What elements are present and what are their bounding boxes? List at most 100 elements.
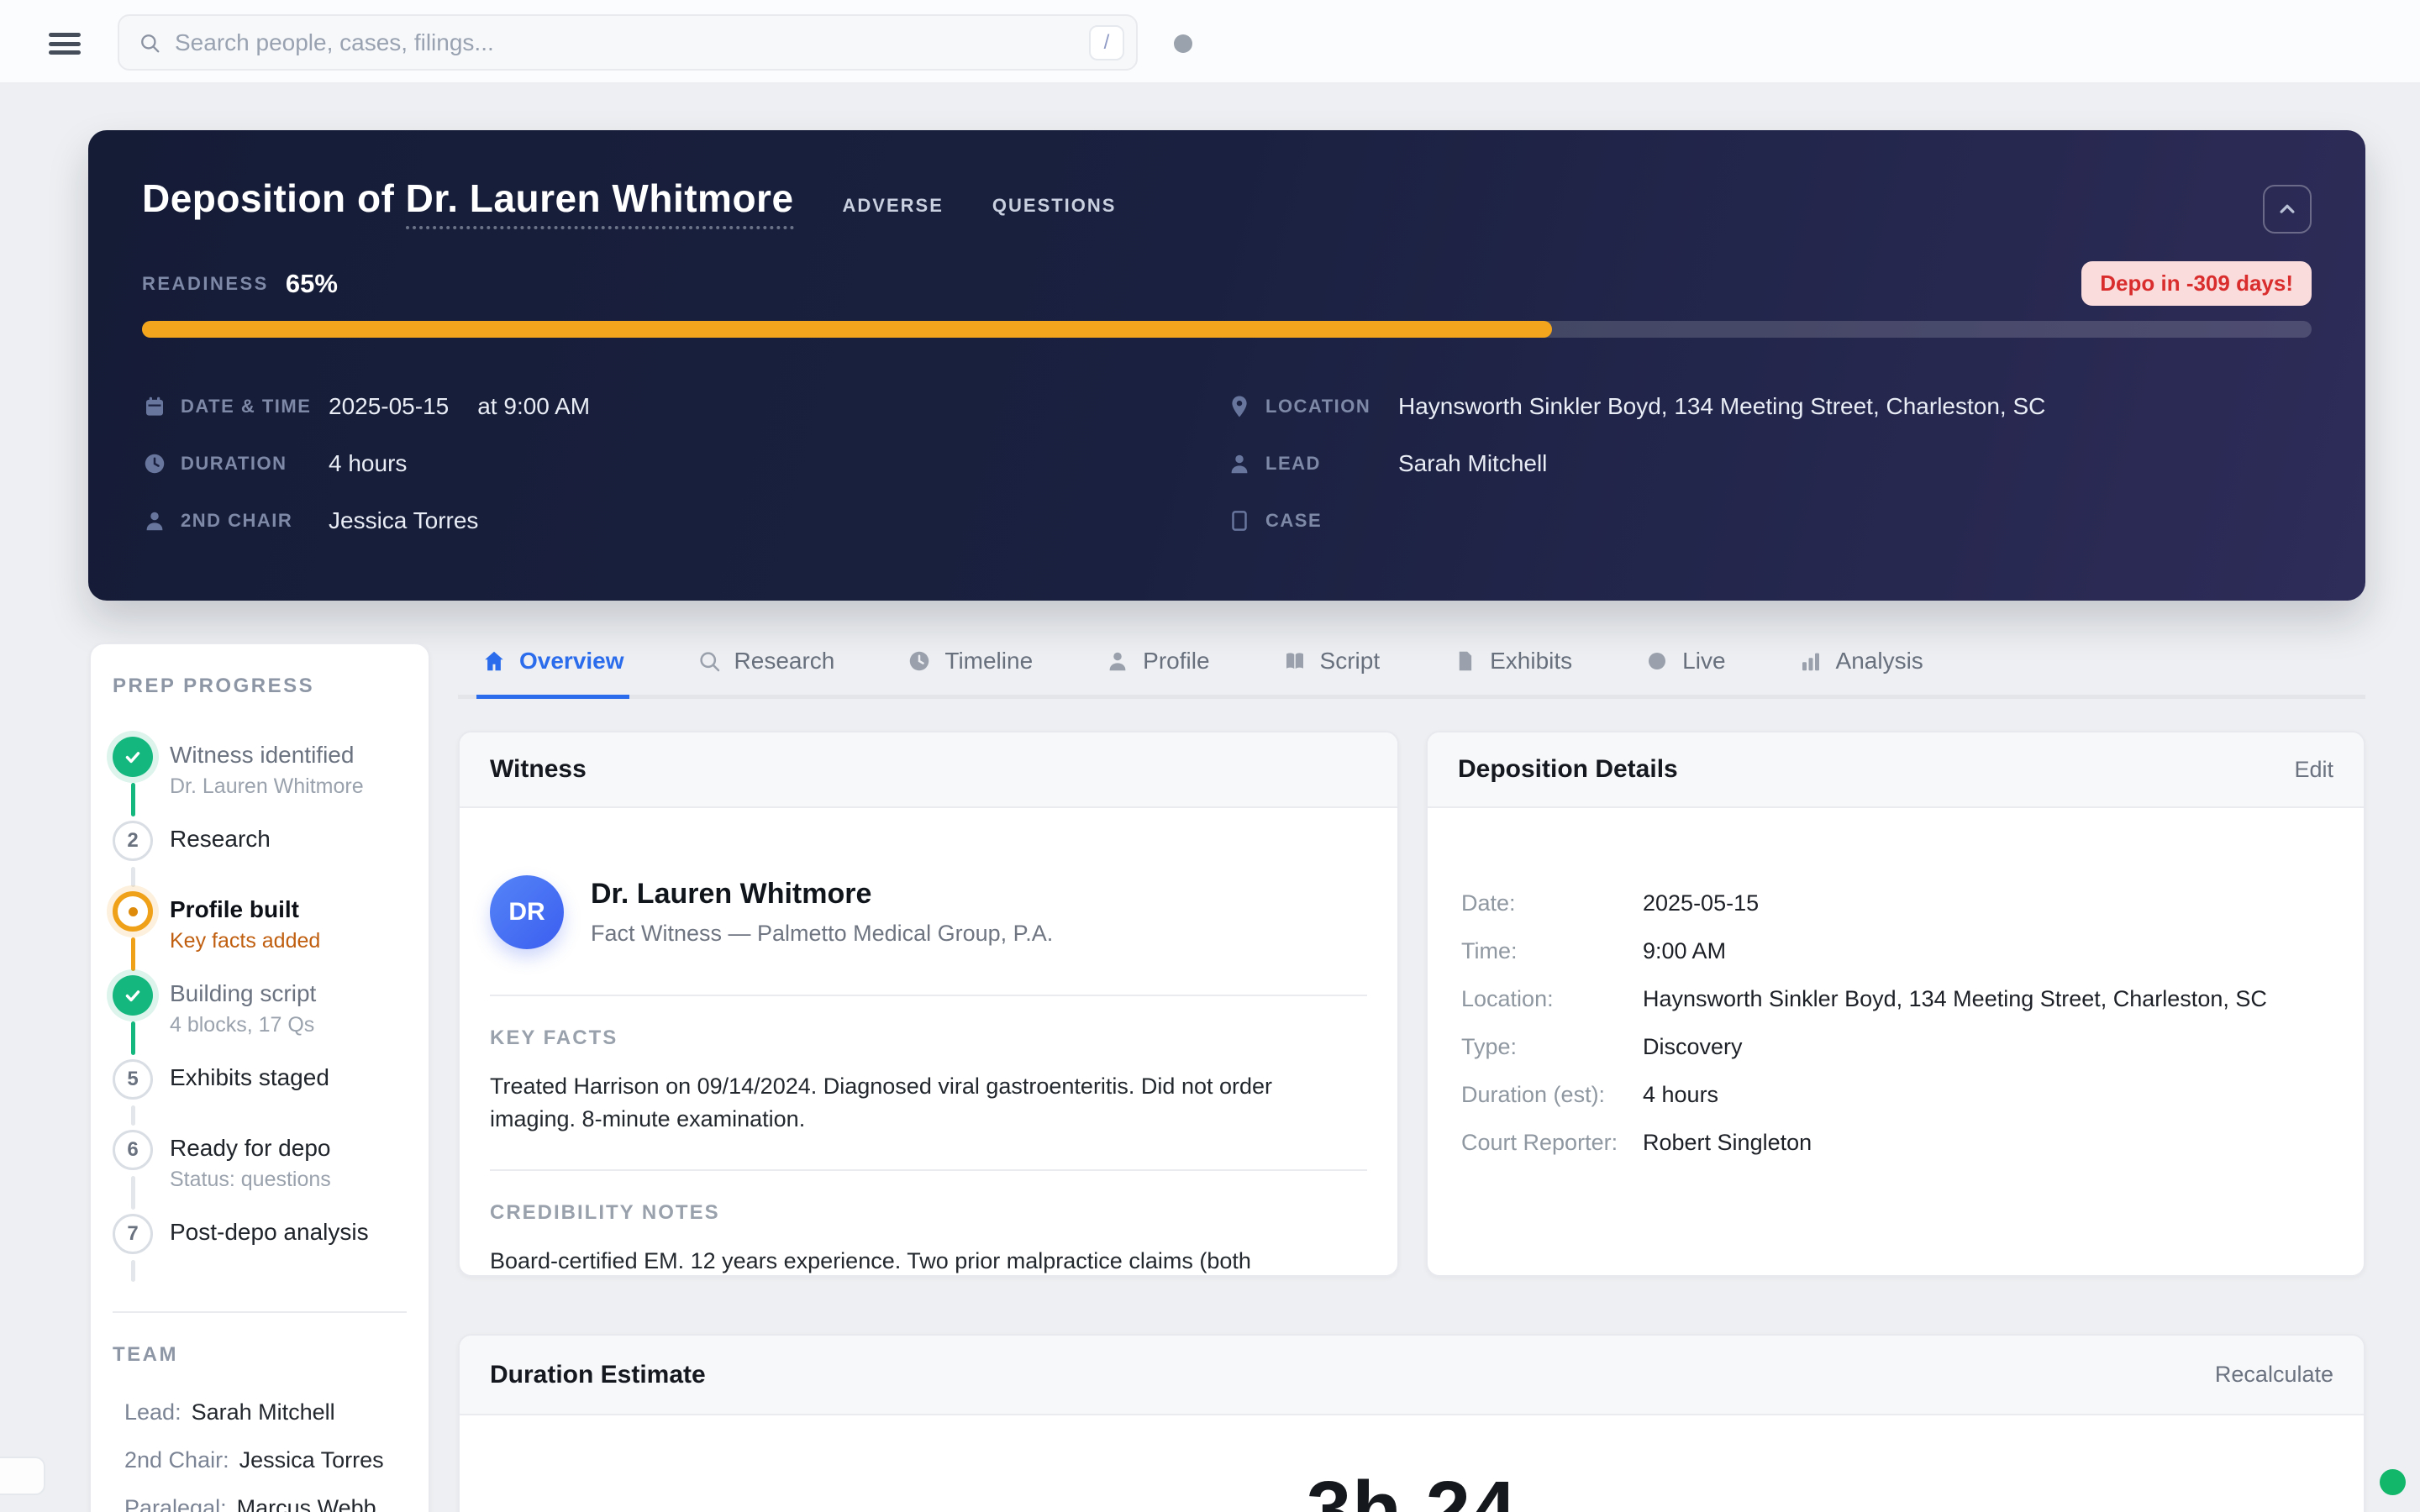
deposition-hero: Deposition of Dr. Lauren Whitmore ADVERS… xyxy=(88,130,2365,601)
corner-panel-handle[interactable] xyxy=(0,1457,45,1495)
page-title: Deposition of Dr. Lauren Whitmore xyxy=(142,176,794,221)
tab-label: Analysis xyxy=(1836,648,1923,675)
step-title: Research xyxy=(170,826,271,853)
step-ready-for-depo[interactable]: 6 Ready for depo Status: questions xyxy=(113,1130,407,1214)
check-icon xyxy=(122,746,144,768)
tab-script[interactable]: Script xyxy=(1277,643,1386,699)
tab-profile[interactable]: Profile xyxy=(1100,643,1214,699)
row-label: Location: xyxy=(1461,986,1643,1012)
readiness-label: READINESS xyxy=(142,273,269,295)
case-row: CASE xyxy=(1227,504,2312,538)
search-icon xyxy=(697,648,722,674)
top-bar: / xyxy=(0,0,2420,84)
row-value: Robert Singleton xyxy=(1643,1130,1812,1156)
tab-label: Overview xyxy=(519,648,624,675)
step-title: Profile built xyxy=(170,896,320,923)
online-status-dot xyxy=(2380,1469,2406,1495)
case-file-icon xyxy=(1227,508,1252,533)
step-subtitle: Status: questions xyxy=(170,1168,331,1192)
team-label: 2nd Chair: xyxy=(124,1447,229,1473)
person-icon xyxy=(142,508,167,533)
home-icon xyxy=(481,648,507,674)
divider xyxy=(490,995,1367,996)
tab-research[interactable]: Research xyxy=(692,643,840,699)
adverse-chip[interactable]: ADVERSE xyxy=(843,195,944,217)
deposition-details-card: Deposition Details Edit Date: 2025-05-15… xyxy=(1426,731,2365,1277)
live-dot-icon xyxy=(1644,648,1670,674)
tab-overview[interactable]: Overview xyxy=(476,643,629,699)
step-number-circle: 2 xyxy=(113,821,153,861)
row-value: 9:00 AM xyxy=(1643,938,1726,964)
tab-exhibits[interactable]: Exhibits xyxy=(1447,643,1577,699)
person-icon xyxy=(1105,648,1130,674)
step-building-script[interactable]: Building script 4 blocks, 17 Qs xyxy=(113,975,407,1059)
edit-button[interactable]: Edit xyxy=(2294,757,2333,783)
step-research[interactable]: 2 Research xyxy=(113,821,407,891)
step-number-circle: 7 xyxy=(113,1214,153,1254)
tab-label: Timeline xyxy=(944,648,1033,675)
readiness-value: 65% xyxy=(286,269,338,299)
sidebar-divider xyxy=(113,1311,407,1313)
credibility-notes-title: CREDIBILITY NOTES xyxy=(490,1201,1367,1225)
book-icon xyxy=(1282,648,1307,674)
detail-label: DURATION xyxy=(181,453,315,475)
clock-icon xyxy=(907,648,932,674)
step-title: Building script xyxy=(170,980,316,1007)
step-title: Witness identified xyxy=(170,742,364,769)
step-check-circle xyxy=(113,737,153,777)
tab-timeline[interactable]: Timeline xyxy=(902,643,1038,699)
step-title: Post-depo analysis xyxy=(170,1219,369,1246)
step-title: Ready for depo xyxy=(170,1135,331,1162)
step-exhibits-staged[interactable]: 5 Exhibits staged xyxy=(113,1059,407,1130)
questions-chip[interactable]: QUESTIONS xyxy=(992,195,1117,217)
detail-row-duration: Duration (est): 4 hours xyxy=(1461,1082,2330,1108)
step-post-depo-analysis[interactable]: 7 Post-depo analysis xyxy=(113,1214,407,1286)
prep-steps: Witness identified Dr. Lauren Whitmore 2… xyxy=(113,737,407,1286)
duration-row: DURATION 4 hours xyxy=(142,447,1227,480)
step-witness-identified[interactable]: Witness identified Dr. Lauren Whitmore xyxy=(113,737,407,821)
detail-row-court-reporter: Court Reporter: Robert Singleton xyxy=(1461,1130,2330,1156)
tab-label: Live xyxy=(1682,648,1725,675)
key-facts-title: KEY FACTS xyxy=(490,1026,1367,1050)
menu-icon[interactable] xyxy=(49,33,81,55)
row-label: Type: xyxy=(1461,1034,1643,1060)
check-icon xyxy=(122,984,144,1006)
duration-big-value: 3h 24 xyxy=(460,1464,2364,1512)
step-number-circle: 5 xyxy=(113,1059,153,1100)
tab-live[interactable]: Live xyxy=(1639,643,1730,699)
slash-shortcut-key: / xyxy=(1089,25,1124,60)
step-subtitle: Dr. Lauren Whitmore xyxy=(170,774,364,799)
step-profile-built[interactable]: Profile built Key facts added xyxy=(113,891,407,975)
step-subtitle: Key facts added xyxy=(170,929,320,953)
recalculate-button[interactable]: Recalculate xyxy=(2215,1362,2333,1388)
witness-name: Dr. Lauren Whitmore xyxy=(591,878,1053,911)
prep-sidebar: PREP PROGRESS Witness identified Dr. Lau… xyxy=(89,643,430,1512)
search-box[interactable]: / xyxy=(118,14,1138,71)
step-active-circle xyxy=(113,891,153,932)
team-row-lead: Lead: Sarah Mitchell xyxy=(124,1389,407,1436)
tab-analysis[interactable]: Analysis xyxy=(1793,643,1928,699)
detail-label: CASE xyxy=(1265,510,1385,532)
team-title: TEAM xyxy=(113,1343,407,1367)
detail-value-time: at 9:00 AM xyxy=(477,393,590,420)
collapse-hero-button[interactable] xyxy=(2263,185,2312,234)
search-input[interactable] xyxy=(175,29,1089,56)
detail-row-location: Location: Haynsworth Sinkler Boyd, 134 M… xyxy=(1461,986,2330,1012)
row-label: Court Reporter: xyxy=(1461,1130,1643,1156)
row-value: Haynsworth Sinkler Boyd, 134 Meeting Str… xyxy=(1643,986,2267,1012)
step-check-circle xyxy=(113,975,153,1016)
status-dot xyxy=(1174,34,1192,53)
team-row-paralegal: Paralegal: Marcus Webb xyxy=(124,1484,407,1512)
step-number-circle: 6 xyxy=(113,1130,153,1170)
details-card-header: Deposition Details Edit xyxy=(1428,732,2364,808)
detail-row-date: Date: 2025-05-15 xyxy=(1461,890,2330,916)
location-row: LOCATION Haynsworth Sinkler Boyd, 134 Me… xyxy=(1227,390,2312,423)
detail-row-time: Time: 9:00 AM xyxy=(1461,938,2330,964)
detail-value: 4 hours xyxy=(329,450,407,477)
team-label: Lead: xyxy=(124,1399,182,1425)
step-subtitle: 4 blocks, 17 Qs xyxy=(170,1013,316,1037)
duration-estimate-card: Duration Estimate Recalculate 3h 24 xyxy=(458,1334,2365,1512)
content-tabs: Overview Research Timeline Profile Scrip… xyxy=(458,643,2365,699)
detail-label: LEAD xyxy=(1265,453,1385,475)
witness-name-link[interactable]: Dr. Lauren Whitmore xyxy=(406,176,794,229)
